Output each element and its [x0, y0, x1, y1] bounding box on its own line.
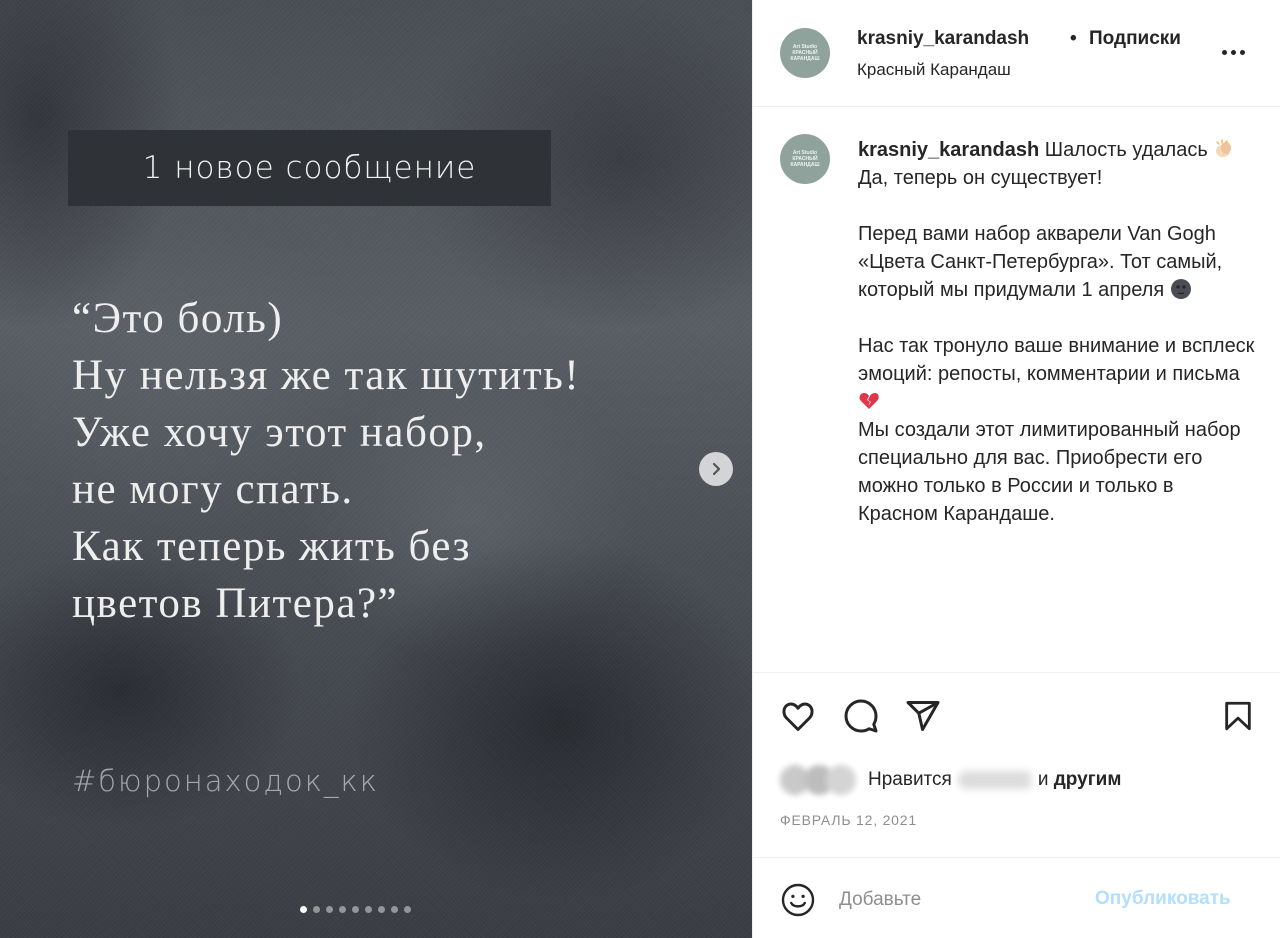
new-moon-face-icon — [1170, 279, 1191, 299]
quote-line: Ну нельзя же так шутить! — [72, 352, 581, 399]
carousel-dot — [391, 906, 398, 913]
comment-icon[interactable] — [842, 697, 880, 735]
new-message-badge: 1 новое сообщение — [68, 130, 551, 206]
caption-paragraph: Мы создали этот лимитированный набор спе… — [858, 419, 1241, 525]
post-header: Art Studio КРАСНЫЙ КАРАНДАШ krasniy_kara… — [753, 0, 1280, 107]
comment-input[interactable] — [839, 882, 1079, 918]
next-slide-button[interactable] — [699, 452, 733, 486]
carousel-dot — [352, 906, 359, 913]
comment-bar: Опубликовать — [753, 857, 1280, 938]
avatar-text: Art Studio КРАСНЫЙ КАРАНДАШ — [790, 150, 820, 168]
carousel-indicator — [300, 906, 411, 913]
account-subtitle[interactable]: Красный Карандаш — [857, 60, 1011, 80]
caption-paragraph: Перед вами набор акварели Van Gogh «Цвет… — [858, 223, 1223, 301]
quote-line: Как теперь жить без — [72, 523, 471, 570]
likes-summary[interactable]: Нравится и другим — [780, 765, 1121, 795]
carousel-dot — [326, 906, 333, 913]
caption-text: krasniy_karandash Шалость удалась Да, те… — [858, 136, 1258, 528]
quote-line: цветов Питера?” — [72, 580, 399, 627]
likes-prefix: Нравится — [868, 769, 952, 790]
post-date[interactable]: ФЕВРАЛЬ 12, 2021 — [780, 812, 917, 828]
likes-others-link[interactable]: другим — [1054, 769, 1122, 790]
caption-paragraph: Нас так тронуло ваше внимание и всплеск … — [858, 335, 1255, 385]
carousel-dot — [300, 906, 307, 913]
bookmark-icon[interactable] — [1219, 697, 1257, 735]
chevron-right-icon — [712, 462, 721, 476]
quote-line: “Это боль) — [72, 295, 284, 342]
post-panel: Art Studio КРАСНЫЙ КАРАНДАШ krasniy_kara… — [752, 0, 1280, 938]
publish-button[interactable]: Опубликовать — [1095, 888, 1231, 910]
hashtag-text: #бюронаходок_кк — [72, 764, 379, 798]
liker-avatars — [780, 765, 860, 795]
emoji-picker-icon[interactable] — [780, 882, 816, 918]
caption-username[interactable]: krasniy_karandash — [858, 139, 1039, 161]
carousel-dot — [365, 906, 372, 913]
quote-line: Уже хочу этот набор, — [72, 409, 487, 456]
avatar-text: Art Studio КРАСНЫЙ КАРАНДАШ — [790, 44, 820, 62]
caption-line: Шалость удалась — [1044, 139, 1208, 161]
broken-heart-icon — [859, 393, 879, 409]
carousel-dot — [313, 906, 320, 913]
likes-suffix: и — [1037, 769, 1049, 790]
carousel-dot — [404, 906, 411, 913]
following-button[interactable]: Подписки — [1089, 28, 1181, 50]
separator-dot: • — [1070, 28, 1077, 49]
clapping-hands-icon — [1216, 139, 1232, 157]
liker-name-blurred — [957, 770, 1032, 789]
post-media[interactable]: 1 новое сообщение “Это боль) Ну нельзя ж… — [0, 0, 752, 938]
heart-icon[interactable] — [779, 697, 817, 735]
quote-line: не могу спать. — [72, 466, 354, 513]
caption-line: Да, теперь он существует! — [858, 167, 1103, 189]
username-link[interactable]: krasniy_karandash — [857, 28, 1029, 50]
share-icon[interactable] — [904, 697, 942, 735]
avatar[interactable]: Art Studio КРАСНЫЙ КАРАНДАШ — [780, 134, 830, 184]
quote-text: “Это боль) Ну нельзя же так шутить! Уже … — [72, 290, 712, 632]
avatar[interactable]: Art Studio КРАСНЫЙ КАРАНДАШ — [780, 28, 830, 78]
carousel-dot — [378, 906, 385, 913]
carousel-dot — [339, 906, 346, 913]
post-actions: Нравится и другим ФЕВРАЛЬ 12, 2021 — [753, 672, 1280, 857]
new-message-text: 1 новое сообщение — [142, 150, 477, 186]
more-options-icon[interactable] — [1222, 40, 1248, 64]
